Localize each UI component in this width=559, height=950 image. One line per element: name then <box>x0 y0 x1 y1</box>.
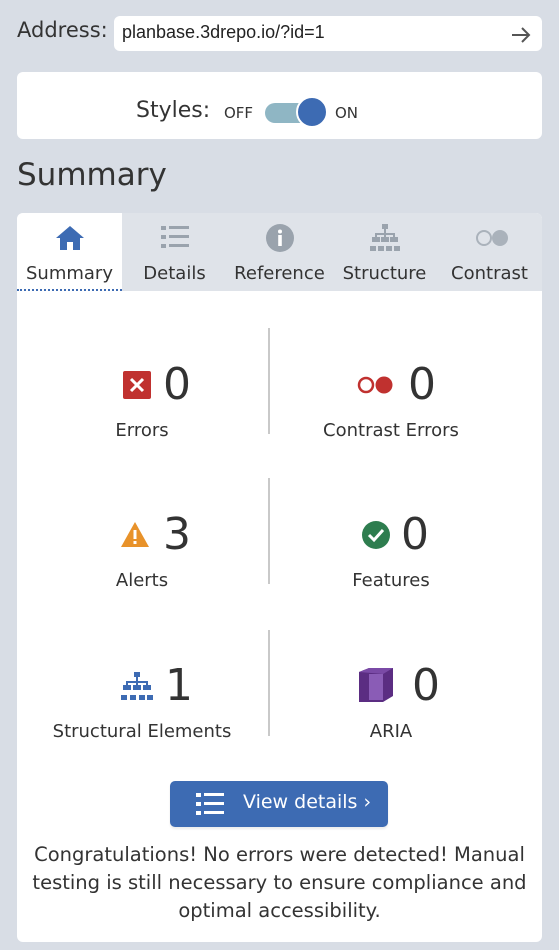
tab-details[interactable]: Details <box>122 213 227 291</box>
alerts-label: Alerts <box>115 570 169 591</box>
page-title: Summary <box>17 157 167 193</box>
address-label: Address: <box>17 18 108 42</box>
error-x-icon <box>122 370 152 400</box>
home-icon <box>54 223 86 253</box>
tab-label: Contrast <box>451 263 528 284</box>
view-details-label: View details › <box>243 791 372 813</box>
contrast-errors-label: Contrast Errors <box>323 420 459 441</box>
tab-label: Summary <box>26 263 113 284</box>
aria-label: ARIA <box>369 721 413 742</box>
tab-label: Reference <box>234 263 325 284</box>
hierarchy-icon <box>120 671 154 701</box>
warning-triangle-icon <box>120 520 150 550</box>
info-icon <box>264 223 296 253</box>
contrast-icon <box>474 223 508 253</box>
contrast-errors-stat[interactable]: 0 Contrast Errors <box>266 356 516 466</box>
address-value[interactable]: planbase.3drepo.io/?id=1 <box>122 22 325 43</box>
arrow-right-icon[interactable] <box>510 24 532 46</box>
result-message: Congratulations! No errors were detected… <box>32 843 527 922</box>
alerts-stat[interactable]: 3 Alerts <box>17 506 267 616</box>
errors-label: Errors <box>115 420 169 441</box>
tab-reference[interactable]: Reference <box>227 213 332 291</box>
styles-label: Styles: <box>136 98 211 123</box>
aria-count: 0 <box>412 660 440 711</box>
toggle-knob[interactable] <box>296 96 328 128</box>
tab-bar: Summary Details Reference Structure Cont… <box>17 213 542 291</box>
address-bar: Address: planbase.3drepo.io/?id=1 <box>17 14 542 52</box>
check-circle-icon <box>361 520 391 550</box>
contrast-icon <box>356 370 396 400</box>
tab-contrast[interactable]: Contrast <box>437 213 542 291</box>
list-icon <box>159 223 191 253</box>
features-label: Features <box>352 570 430 591</box>
aria-cube-icon <box>357 666 395 704</box>
address-input[interactable]: planbase.3drepo.io/?id=1 <box>114 16 542 51</box>
tab-structure[interactable]: Structure <box>332 213 437 291</box>
tab-label: Structure <box>342 263 427 284</box>
toggle-on-label: ON <box>335 104 359 122</box>
features-stat[interactable]: 0 Features <box>266 506 516 616</box>
toggle-off-label: OFF <box>224 104 254 122</box>
list-icon <box>196 792 224 816</box>
contrast-errors-count: 0 <box>408 359 436 410</box>
features-count: 0 <box>401 509 429 560</box>
alerts-count: 3 <box>163 509 191 560</box>
errors-stat[interactable]: 0 Errors <box>17 356 267 466</box>
structural-elements-label: Structural Elements <box>52 721 232 742</box>
structural-elements-count: 1 <box>165 660 193 711</box>
styles-toggle-card: Styles: OFF ON <box>17 72 542 139</box>
hierarchy-icon <box>369 223 401 253</box>
structural-elements-stat[interactable]: 1 Structural Elements <box>17 657 267 767</box>
tab-summary[interactable]: Summary <box>17 213 122 291</box>
view-details-button[interactable]: View details › <box>170 781 388 827</box>
tab-label: Details <box>143 263 206 284</box>
aria-stat[interactable]: 0 ARIA <box>266 657 516 767</box>
summary-panel: Summary Details Reference Structure Cont… <box>17 213 542 942</box>
errors-count: 0 <box>163 359 191 410</box>
